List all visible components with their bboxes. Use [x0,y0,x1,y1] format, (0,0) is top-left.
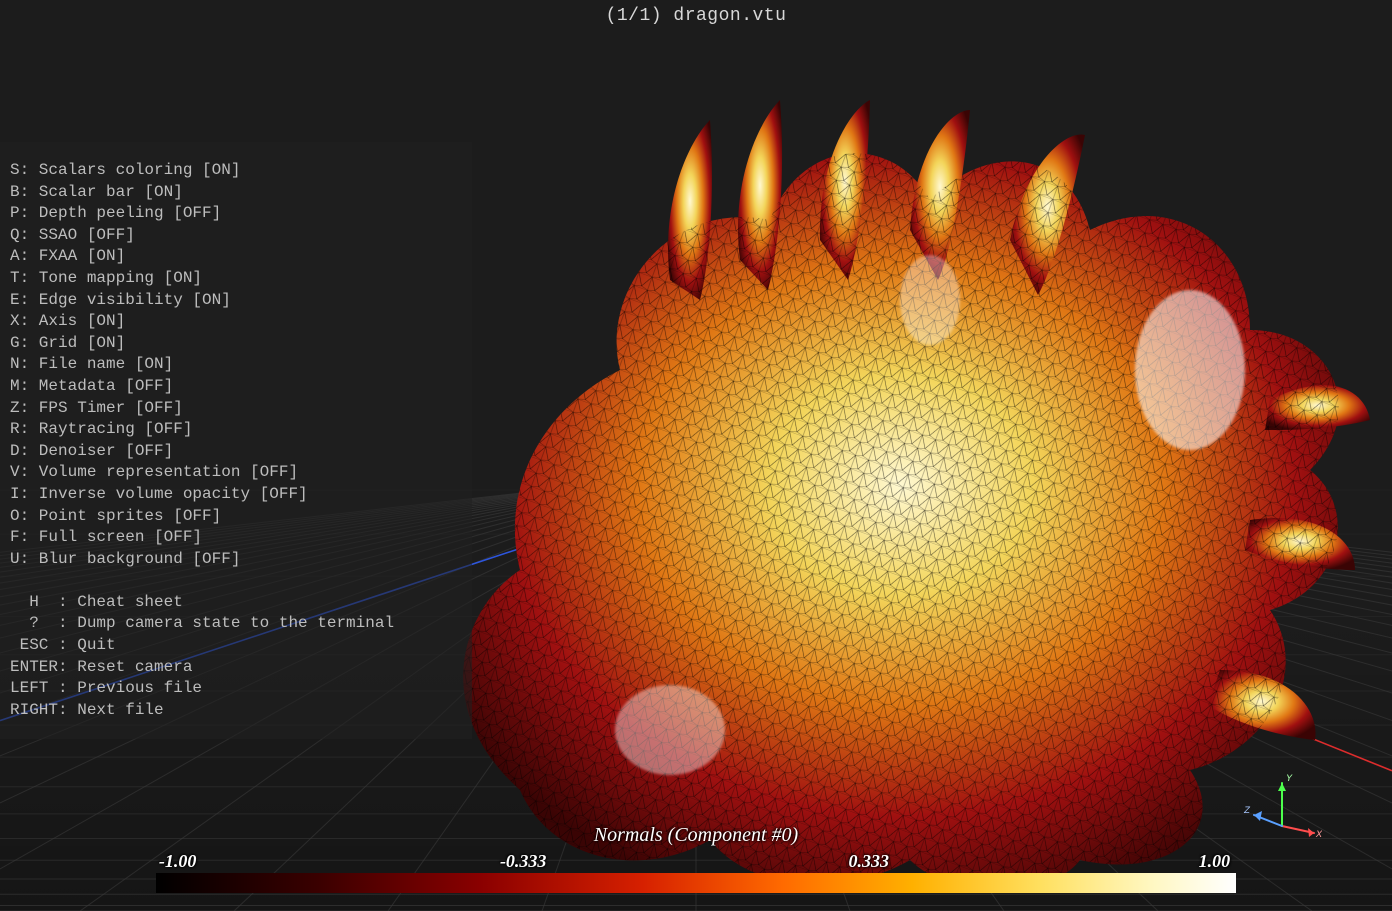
scalar-bar-title: Normals (Component #0) [156,824,1236,847]
scalar-bar-ticks: -1.00 -0.333 0.333 1.00 [156,851,1236,871]
axis-gizmo: X Y Z [1242,771,1322,851]
viewport-3d[interactable]: (1/1) dragon.vtu S: Scalars coloring [ON… [0,0,1392,911]
scalar-bar-gradient [156,873,1236,893]
cheat-sheet-overlay: S: Scalars coloring [ON] B: Scalar bar [… [0,142,472,739]
axis-z-label: Z [1243,806,1251,817]
scalar-bar-tick: -1.00 [159,851,197,872]
axis-y-label: Y [1286,774,1293,785]
scalar-bar-tick: 0.333 [849,851,890,872]
axis-x-label: X [1315,830,1322,841]
scalar-bar-tick: -0.333 [500,851,547,872]
scalar-bar: Normals (Component #0) -1.00 -0.333 0.333 1… [156,824,1236,893]
scalar-bar-tick: 1.00 [1199,851,1231,872]
file-name-title: (1/1) dragon.vtu [0,6,1392,26]
